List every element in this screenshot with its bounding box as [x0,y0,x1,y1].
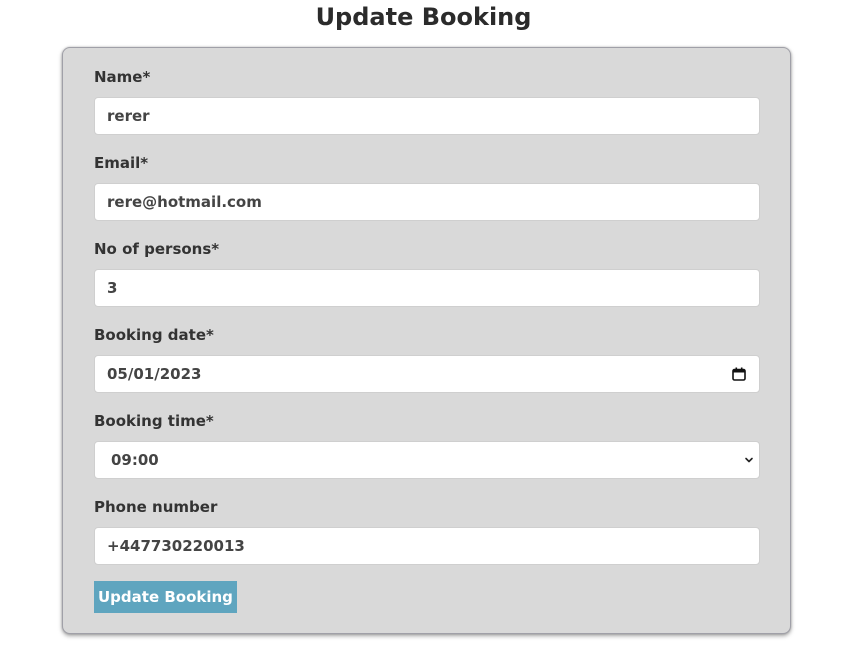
booking-time-select[interactable]: 09:00 [94,441,760,479]
booking-date-label: Booking date* [94,326,214,344]
chevron-down-icon [741,452,757,468]
booking-time-value: 09:00 [111,451,159,469]
email-label: Email* [94,154,149,172]
phone-input[interactable]: +447730220013 [94,527,760,565]
persons-label: No of persons* [94,240,220,258]
booking-form: Name* rerer Email* rere@hotmail.com No o… [62,47,791,634]
booking-time-label: Booking time* [94,412,214,430]
calendar-icon[interactable] [731,366,747,382]
booking-date-field-group: Booking date* 05/01/2023 [94,324,760,393]
email-field-group: Email* rere@hotmail.com [94,152,760,221]
booking-date-value: 05/01/2023 [107,365,202,383]
page-title: Update Booking [315,3,532,31]
name-field-group: Name* rerer [94,66,760,135]
update-booking-button[interactable]: Update Booking [94,581,237,613]
persons-input[interactable]: 3 [94,269,760,307]
name-value: rerer [107,107,150,125]
booking-date-input[interactable]: 05/01/2023 [94,355,760,393]
name-label: Name* [94,68,151,86]
phone-field-group: Phone number +447730220013 [94,496,760,565]
name-input[interactable]: rerer [94,97,760,135]
persons-value: 3 [107,279,118,297]
booking-time-field-group: Booking time* 09:00 [94,410,760,479]
email-input[interactable]: rere@hotmail.com [94,183,760,221]
phone-label: Phone number [94,498,218,516]
page: Update Booking Name* rerer Email* rere@h… [0,0,847,658]
phone-value: +447730220013 [107,537,245,555]
email-value: rere@hotmail.com [107,193,262,211]
persons-field-group: No of persons* 3 [94,238,760,307]
